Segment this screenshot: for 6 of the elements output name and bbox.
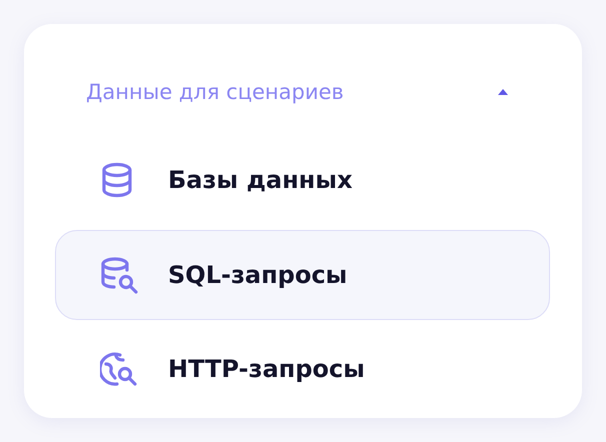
caret-icon [496,88,510,96]
database-icon [100,162,134,198]
database-search-icon [100,256,140,294]
menu-item[interactable]: SQL-запросы [55,230,550,320]
menu-item[interactable]: HTTP-запросы [55,324,550,414]
menu-item[interactable]: Базы данных [55,135,550,226]
